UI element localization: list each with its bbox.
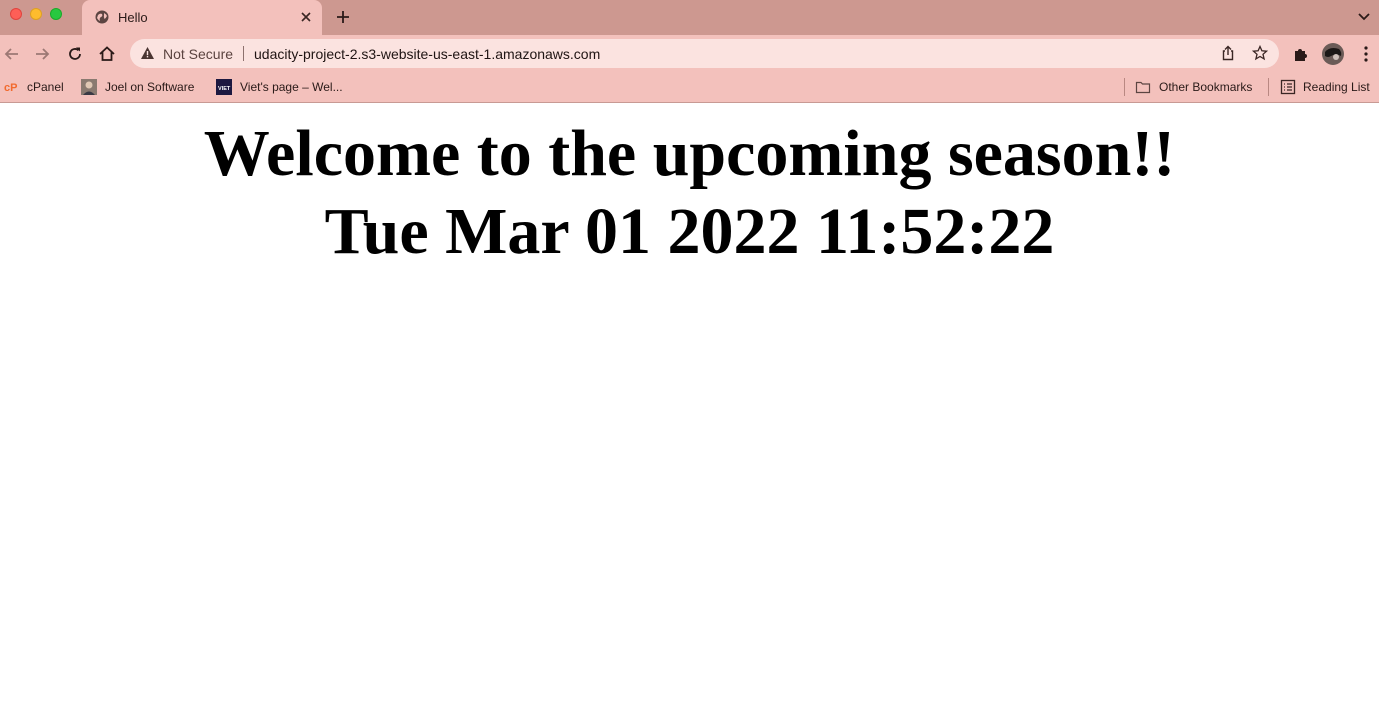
tab-hello[interactable]: Hello — [82, 0, 322, 35]
profile-avatar[interactable] — [1322, 43, 1344, 65]
bookmarks-bar: cP cPanel Joel on Software VIET Viet's p… — [0, 72, 1379, 103]
security-label[interactable]: Not Secure — [163, 46, 233, 62]
address-bar[interactable]: Not Secure udacity-project-2.s3-website-… — [130, 39, 1279, 68]
toolbar: Not Secure udacity-project-2.s3-website-… — [0, 35, 1379, 72]
close-window-button[interactable] — [10, 8, 22, 20]
bookmark-label: cPanel — [27, 80, 64, 94]
reading-list-button[interactable]: Reading List — [1280, 77, 1370, 97]
reload-icon[interactable] — [65, 44, 85, 64]
tab-search-chevron-icon[interactable] — [1357, 11, 1371, 23]
bookmark-star-icon[interactable] — [1252, 45, 1268, 61]
extensions-puzzle-icon[interactable] — [1291, 44, 1311, 64]
back-arrow-icon[interactable] — [2, 44, 22, 64]
home-icon[interactable] — [97, 44, 117, 64]
bookmarks-separator — [1124, 78, 1125, 96]
cpanel-icon: cP — [4, 82, 17, 94]
other-bookmarks-label: Other Bookmarks — [1159, 80, 1253, 94]
svg-text:VIET: VIET — [218, 86, 231, 92]
globe-icon — [95, 10, 109, 24]
page-content: Welcome to the upcoming season!! Tue Mar… — [0, 103, 1379, 709]
new-tab-icon[interactable] — [335, 9, 351, 25]
avatar-icon — [81, 79, 97, 95]
reading-list-icon — [1280, 79, 1296, 95]
folder-icon — [1135, 81, 1151, 94]
close-tab-icon[interactable] — [300, 11, 312, 23]
bookmark-label: Viet's page – Wel... — [240, 80, 343, 94]
bookmarks-separator — [1268, 78, 1269, 96]
reading-list-label: Reading List — [1303, 80, 1370, 94]
maximize-window-button[interactable] — [50, 8, 62, 20]
bookmark-cpanel[interactable]: cP cPanel — [4, 77, 64, 97]
warning-icon[interactable] — [140, 46, 155, 60]
forward-arrow-icon[interactable] — [32, 44, 52, 64]
bookmark-label: Joel on Software — [105, 80, 195, 94]
menu-kebab-icon[interactable] — [1356, 44, 1376, 64]
bookmark-joel-on-software[interactable]: Joel on Software — [81, 77, 194, 97]
svg-text:cP: cP — [4, 82, 17, 94]
page-headline: Welcome to the upcoming season!! — [203, 117, 1176, 190]
bookmark-viets-page[interactable]: VIET Viet's page – Wel... — [216, 77, 343, 97]
share-icon[interactable] — [1220, 45, 1236, 61]
minimize-window-button[interactable] — [30, 8, 42, 20]
date-time-text: Tue Mar 01 2022 11:52:22 — [324, 195, 1055, 268]
address-separator — [243, 46, 244, 61]
other-bookmarks-folder[interactable]: Other Bookmarks — [1135, 77, 1252, 97]
viet-icon: VIET — [216, 79, 232, 95]
url-text[interactable]: udacity-project-2.s3-website-us-east-1.a… — [254, 46, 600, 62]
tab-strip: Hello — [0, 0, 1379, 35]
tab-title: Hello — [118, 10, 148, 25]
